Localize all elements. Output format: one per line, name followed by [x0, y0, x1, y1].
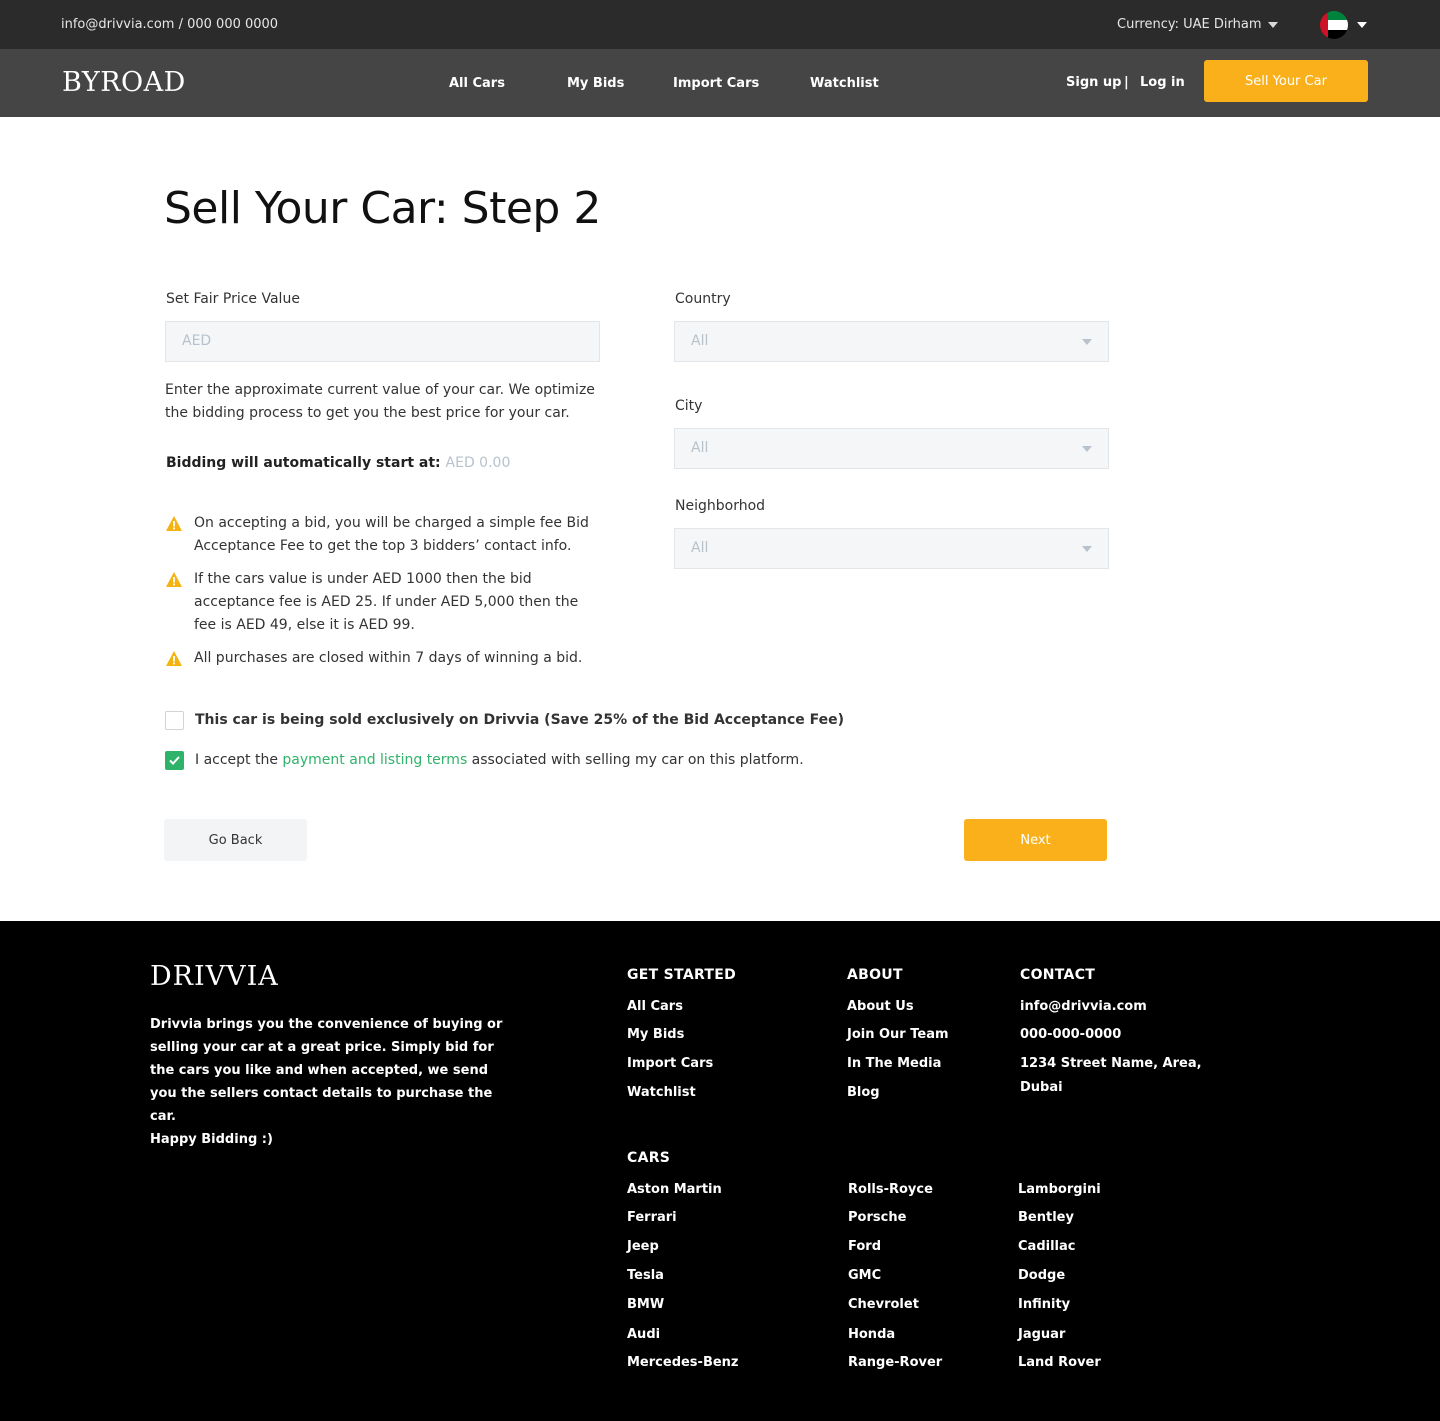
page-title: Sell Your Car: Step 2 — [164, 183, 601, 234]
footer-car-link[interactable]: Rolls-Royce — [848, 1182, 933, 1197]
warning-icon — [166, 651, 182, 666]
footer-car-link[interactable]: Jaguar — [1018, 1327, 1065, 1342]
footer-car-link[interactable]: Aston Martin — [627, 1182, 722, 1197]
footer-link-about-us[interactable]: About Us — [847, 999, 914, 1014]
footer-car-link[interactable]: Ford — [848, 1239, 881, 1254]
footer-about: Drivvia brings you the convenience of bu… — [150, 1017, 503, 1124]
footer-car-link[interactable]: Chevrolet — [848, 1297, 919, 1312]
chevron-down-icon[interactable] — [1268, 22, 1278, 28]
bidding-start-label: Bidding will automatically start at: — [166, 455, 441, 471]
footer-heading-get-started: GET STARTED — [627, 967, 737, 983]
footer-car-link[interactable]: Lamborgini — [1018, 1182, 1101, 1197]
footer-car-link[interactable]: Land Rover — [1018, 1355, 1101, 1370]
footer-car-link[interactable]: Mercedes-Benz — [627, 1355, 739, 1370]
footer-link-blog[interactable]: Blog — [847, 1085, 880, 1100]
uae-flag-icon[interactable] — [1320, 11, 1348, 39]
nav-my-bids[interactable]: My Bids — [567, 76, 624, 91]
warning-icon — [166, 516, 182, 531]
go-back-button[interactable]: Go Back — [164, 819, 307, 861]
footer-car-link[interactable]: Porsche — [848, 1210, 906, 1225]
footer-link-import-cars[interactable]: Import Cars — [627, 1056, 713, 1071]
footer-link-watchlist[interactable]: Watchlist — [627, 1085, 696, 1100]
checkmark-icon — [169, 756, 180, 765]
login-link[interactable]: Log in — [1140, 75, 1185, 90]
top-bar: info@drivvia.com / 000 000 0000 Currency… — [0, 0, 1440, 49]
exclusive-label: This car is being sold exclusively on Dr… — [195, 712, 845, 728]
terms-label: I accept the payment and listing terms a… — [195, 752, 804, 768]
footer-car-link[interactable]: Dodge — [1018, 1268, 1065, 1283]
bidding-start: Bidding will automatically start at: AED… — [166, 455, 510, 471]
footer-contact-phone[interactable]: 000-000-0000 — [1020, 1027, 1121, 1042]
chevron-down-icon[interactable] — [1357, 22, 1367, 28]
exclusive-checkbox[interactable] — [165, 711, 184, 730]
footer-car-link[interactable]: GMC — [848, 1268, 881, 1283]
footer-car-link[interactable]: Range-Rover — [848, 1355, 942, 1370]
footer-car-link[interactable]: Bentley — [1018, 1210, 1074, 1225]
nav-import-cars[interactable]: Import Cars — [673, 76, 759, 91]
next-button[interactable]: Next — [964, 819, 1107, 861]
neighborhood-label: Neighborhod — [675, 498, 766, 514]
top-contact-info: info@drivvia.com / 000 000 0000 — [61, 17, 279, 32]
price-label: Set Fair Price Value — [166, 291, 300, 307]
city-select[interactable]: All — [674, 428, 1109, 469]
footer-car-link[interactable]: Audi — [627, 1327, 660, 1342]
sell-your-car-button[interactable]: Sell Your Car — [1204, 60, 1368, 102]
site-logo[interactable]: BYROAD — [62, 67, 186, 98]
currency-selector[interactable]: Currency: UAE Dirham — [1117, 17, 1262, 32]
footer: DRIVVIA Drivvia brings you the convenien… — [0, 921, 1440, 1421]
footer-car-link[interactable]: Tesla — [627, 1268, 664, 1283]
city-label: City — [675, 398, 703, 414]
footer-contact-address-line2: Dubai — [1020, 1080, 1063, 1095]
warning-text: On accepting a bid, you will be charged … — [194, 515, 589, 554]
country-label: Country — [675, 291, 731, 307]
footer-logo[interactable]: DRIVVIA — [150, 961, 279, 992]
footer-link-media[interactable]: In The Media — [847, 1056, 941, 1071]
footer-heading-cars: CARS — [627, 1150, 671, 1166]
nav-watchlist[interactable]: Watchlist — [810, 76, 879, 91]
footer-heading-contact: CONTACT — [1020, 967, 1096, 983]
terms-link[interactable]: payment and listing terms — [282, 752, 467, 768]
city-select-value: All — [691, 440, 709, 456]
main-navbar: BYROAD All Cars My Bids Import Cars Watc… — [0, 49, 1440, 117]
footer-car-link[interactable]: Cadillac — [1018, 1239, 1075, 1254]
price-input[interactable]: AED — [165, 321, 600, 362]
chevron-down-icon — [1082, 446, 1092, 452]
chevron-down-icon — [1082, 546, 1092, 552]
neighborhood-select[interactable]: All — [674, 528, 1109, 569]
bidding-start-value: AED 0.00 — [445, 455, 511, 471]
footer-contact-email[interactable]: info@drivvia.com — [1020, 999, 1147, 1014]
footer-link-join-team[interactable]: Join Our Team — [847, 1027, 949, 1042]
price-description: Enter the approximate current value of y… — [165, 382, 595, 421]
footer-car-link[interactable]: Jeep — [627, 1239, 659, 1254]
chevron-down-icon — [1082, 339, 1092, 345]
footer-tagline: Happy Bidding :) — [150, 1132, 273, 1147]
warning-text: All purchases are closed within 7 days o… — [194, 650, 583, 666]
footer-heading-about: ABOUT — [847, 967, 903, 983]
country-select[interactable]: All — [674, 321, 1109, 362]
neighborhood-select-value: All — [691, 540, 709, 556]
country-select-value: All — [691, 333, 709, 349]
auth-separator: | — [1124, 75, 1129, 90]
footer-link-my-bids[interactable]: My Bids — [627, 1027, 684, 1042]
terms-checkbox[interactable] — [165, 751, 184, 770]
signup-link[interactable]: Sign up — [1066, 75, 1121, 90]
footer-car-link[interactable]: BMW — [627, 1297, 664, 1312]
footer-link-all-cars[interactable]: All Cars — [627, 999, 683, 1014]
warning-text: If the cars value is under AED 1000 then… — [194, 571, 579, 633]
nav-all-cars[interactable]: All Cars — [449, 76, 505, 91]
terms-prefix: I accept the — [195, 752, 283, 768]
footer-contact-address-line1: 1234 Street Name, Area, — [1020, 1056, 1202, 1071]
footer-car-link[interactable]: Ferrari — [627, 1210, 677, 1225]
terms-suffix: associated with selling my car on this p… — [467, 752, 804, 768]
footer-car-link[interactable]: Honda — [848, 1327, 895, 1342]
footer-car-link[interactable]: Infinity — [1018, 1297, 1070, 1312]
warning-icon — [166, 572, 182, 587]
